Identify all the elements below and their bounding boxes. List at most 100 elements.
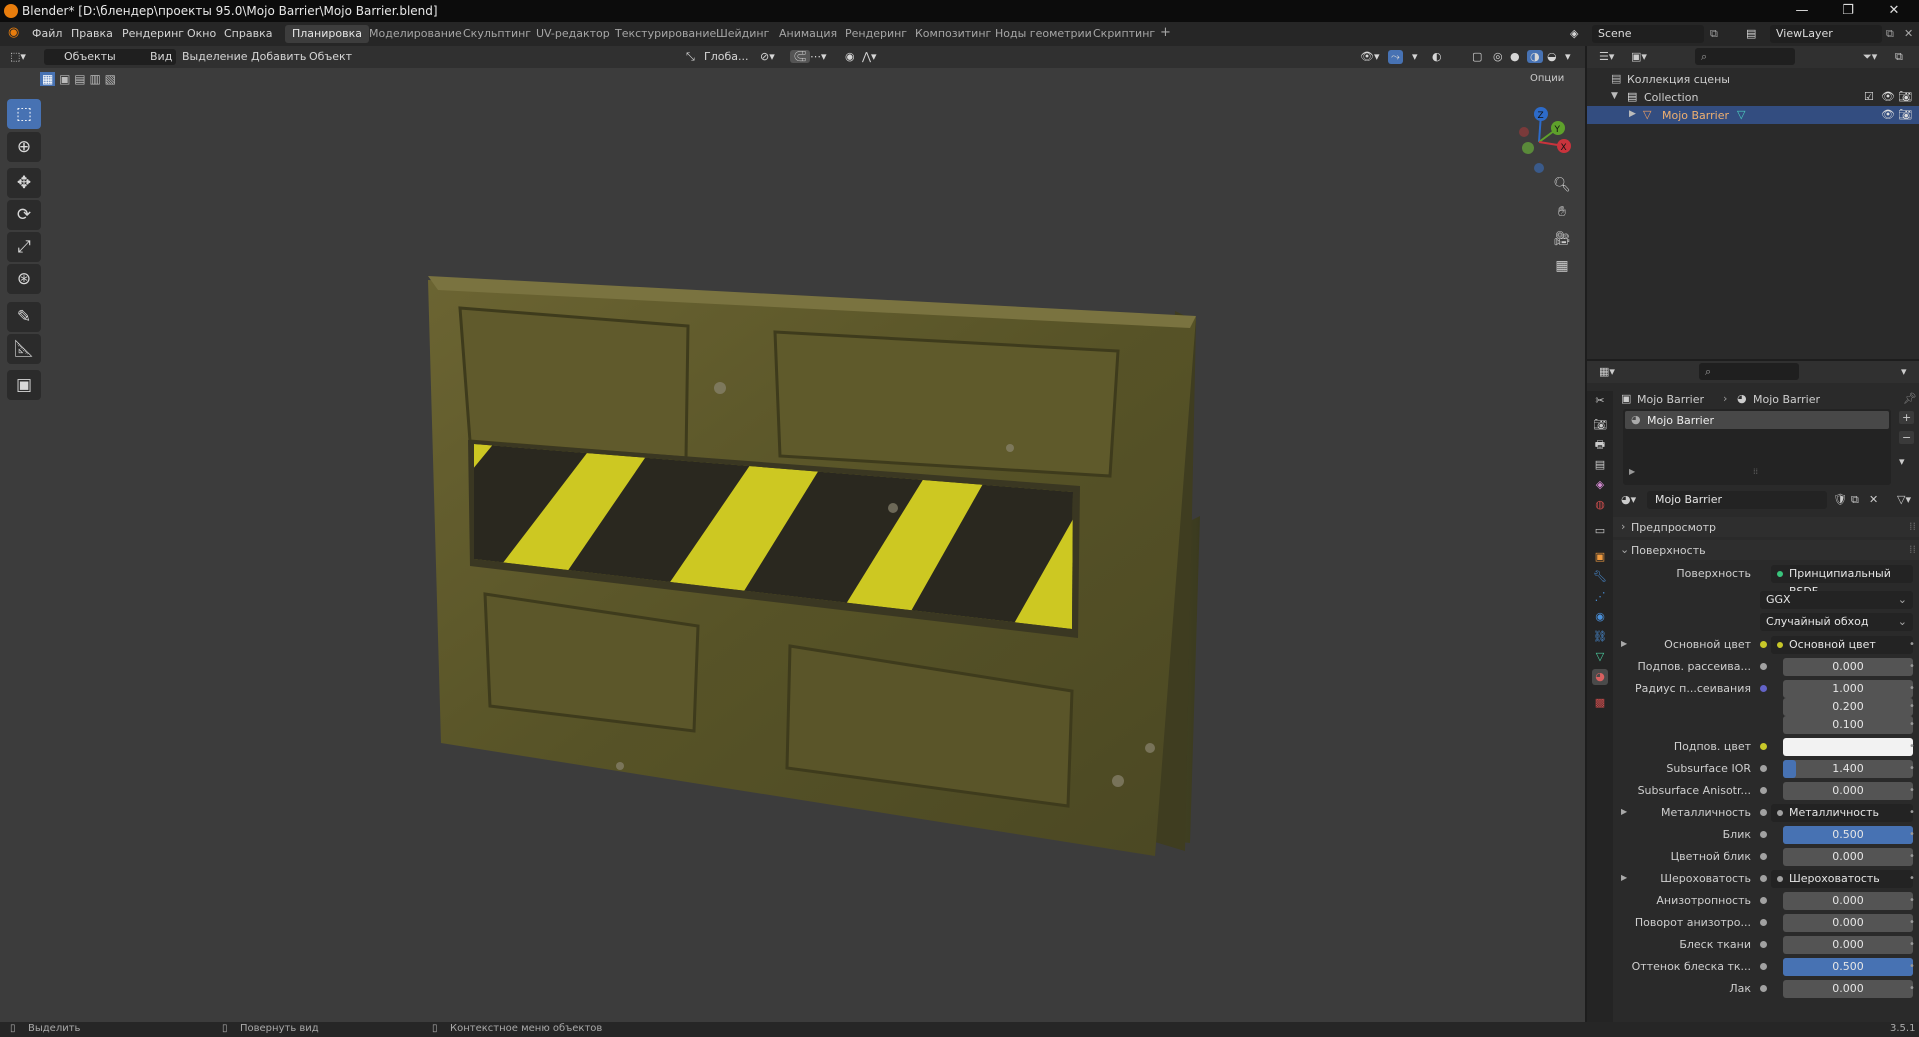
- socket-icon[interactable]: [1760, 963, 1767, 970]
- value-slider[interactable]: 0.500: [1783, 826, 1913, 844]
- socket-icon[interactable]: [1760, 685, 1767, 692]
- linked-input-field[interactable]: Шероховатость: [1771, 870, 1913, 888]
- remove-slot-icon[interactable]: −: [1899, 431, 1915, 444]
- render-tab-icon[interactable]: 📷︎: [1592, 417, 1608, 433]
- checkbox-icon[interactable]: ☑: [1864, 90, 1874, 103]
- socket-icon[interactable]: [1760, 809, 1767, 816]
- material-tab-icon[interactable]: ◕: [1592, 669, 1608, 685]
- keyframe-dot-icon[interactable]: •: [1909, 829, 1915, 840]
- gizmo-dropdown-icon[interactable]: ▾: [1412, 50, 1418, 63]
- socket-icon[interactable]: [1760, 743, 1767, 750]
- tab-uv-editing[interactable]: UV-редактор: [529, 25, 617, 43]
- shading-wireframe-icon[interactable]: ◎: [1493, 50, 1503, 63]
- modifiers-tab-icon[interactable]: 🔧︎: [1592, 569, 1608, 585]
- expand-arrow-icon[interactable]: ▶: [1621, 639, 1627, 648]
- menu-file[interactable]: Файл: [32, 27, 62, 40]
- object-tab-icon[interactable]: ▣: [1592, 549, 1608, 565]
- mesh-data-icon[interactable]: ▽: [1737, 108, 1745, 121]
- orientation-selector[interactable]: Глоба...: [704, 50, 748, 63]
- options-button[interactable]: Опции: [1524, 72, 1570, 85]
- keyframe-dot-icon[interactable]: •: [1909, 873, 1915, 884]
- add-workspace-icon[interactable]: +: [1153, 23, 1178, 41]
- fake-user-icon[interactable]: 🛡︎: [1833, 493, 1847, 506]
- outliner-row-mojo-barrier[interactable]: ▶ ▽ Mojo Barrier ▽ 👁︎ 📷︎: [1587, 106, 1919, 124]
- value-slider[interactable]: 0.100: [1783, 716, 1913, 734]
- camera-render-icon[interactable]: 📷︎: [1898, 90, 1912, 103]
- camera-icon[interactable]: 🎥︎: [1551, 228, 1573, 250]
- data-tab-icon[interactable]: ▽: [1592, 649, 1608, 665]
- value-slider[interactable]: 0.000: [1783, 936, 1913, 954]
- keyframe-dot-icon[interactable]: •: [1909, 639, 1915, 650]
- value-slider[interactable]: 0.000: [1783, 848, 1913, 866]
- value-slider[interactable]: 1.000: [1783, 680, 1913, 698]
- expand-arrow-icon[interactable]: ▼: [1611, 91, 1618, 101]
- keyframe-dot-icon[interactable]: •: [1909, 719, 1915, 730]
- selection-mode-icons[interactable]: ▦ ▣ ▤ ▥ ▧: [40, 72, 125, 88]
- color-swatch[interactable]: [1783, 738, 1913, 756]
- camera-render-icon[interactable]: 📷︎: [1898, 108, 1912, 121]
- tab-modeling[interactable]: Моделирование: [362, 25, 469, 43]
- value-slider[interactable]: 0.000: [1783, 980, 1913, 998]
- expand-arrow-icon[interactable]: ▶: [1621, 873, 1627, 882]
- keyframe-dot-icon[interactable]: •: [1909, 785, 1915, 796]
- outliner-row-collection[interactable]: ▼ ▤ Collection ☑ 👁︎ 📷︎: [1587, 88, 1919, 106]
- distribution-dropdown[interactable]: GGX ⌄: [1760, 591, 1913, 609]
- socket-icon[interactable]: [1760, 853, 1767, 860]
- blender-menu-icon[interactable]: ◉: [8, 25, 19, 40]
- orientation-icon[interactable]: ⤡: [686, 50, 695, 64]
- keyframe-dot-icon[interactable]: •: [1909, 851, 1915, 862]
- falloff-icon[interactable]: ⋀▾: [862, 50, 877, 63]
- expand-arrow-icon[interactable]: ▶: [1621, 807, 1627, 816]
- view-layer-selector[interactable]: ViewLayer: [1770, 25, 1882, 43]
- panel-surface[interactable]: ⌄ Поверхность ⁞⁞: [1613, 540, 1919, 560]
- view-layer-remove-icon[interactable]: ✕: [1904, 27, 1913, 40]
- 3d-viewport[interactable]: ⬚ ⊕ ✥ ⟳ ⤢ ⊛ ✎ 📐︎ ▣ Z Y X 🔍︎ ✋︎ 🎥︎ ▦: [0, 46, 1585, 1022]
- view-layer-tab-icon[interactable]: ▤: [1592, 457, 1608, 473]
- tab-rendering[interactable]: Рендеринг: [838, 25, 914, 43]
- value-slider[interactable]: 0.000: [1783, 782, 1913, 800]
- world-tab-icon[interactable]: ◍: [1592, 497, 1608, 513]
- material-browse-icon[interactable]: ◕▾: [1621, 493, 1636, 506]
- shading-material-icon[interactable]: ◑: [1527, 50, 1543, 63]
- value-slider[interactable]: 0.500: [1783, 958, 1913, 976]
- visibility-icon[interactable]: 👁︎▾: [1360, 50, 1380, 63]
- value-slider[interactable]: 0.000: [1783, 658, 1913, 676]
- socket-icon[interactable]: [1760, 831, 1767, 838]
- material-slot-list[interactable]: ◕ Mojo Barrier ▶ ⁞⁞: [1623, 409, 1891, 485]
- pin-icon[interactable]: 📌︎: [1903, 392, 1917, 405]
- shading-dropdown-icon[interactable]: ▾: [1565, 50, 1571, 63]
- restore-icon[interactable]: ❐: [1828, 2, 1868, 20]
- expand-arrow-icon[interactable]: ▶: [1629, 109, 1636, 119]
- scene-selector[interactable]: Scene: [1592, 25, 1704, 43]
- menu-help[interactable]: Справка: [224, 27, 272, 40]
- tab-compositing[interactable]: Композитинг: [908, 25, 998, 43]
- duplicate-material-icon[interactable]: ⧉: [1851, 493, 1859, 507]
- value-slider[interactable]: 1.400: [1783, 760, 1913, 778]
- overlay-icon[interactable]: ◐: [1432, 50, 1442, 63]
- tool-tab-icon[interactable]: ✂︎: [1592, 393, 1608, 409]
- keyframe-dot-icon[interactable]: •: [1909, 807, 1915, 818]
- socket-icon[interactable]: [1760, 985, 1767, 992]
- scene-icon[interactable]: ◈: [1570, 27, 1578, 40]
- eye-icon[interactable]: 👁︎: [1881, 108, 1895, 121]
- slot-specials-icon[interactable]: ▾: [1899, 455, 1905, 468]
- eye-icon[interactable]: 👁︎: [1881, 90, 1895, 103]
- socket-icon[interactable]: [1760, 941, 1767, 948]
- scale-icon[interactable]: ⤢: [7, 232, 41, 262]
- browse-data-icon[interactable]: ▽▾: [1897, 493, 1911, 506]
- menu-edit[interactable]: Правка: [71, 27, 113, 40]
- surface-shader-field[interactable]: Принципиальный BSDF: [1771, 565, 1913, 598]
- tab-texture-paint[interactable]: Текстурирование: [608, 25, 723, 43]
- socket-icon[interactable]: [1760, 641, 1767, 648]
- xray-icon[interactable]: ▢: [1472, 50, 1482, 63]
- tab-layout[interactable]: Планировка: [285, 25, 369, 43]
- keyframe-dot-icon[interactable]: •: [1909, 917, 1915, 928]
- constraints-tab-icon[interactable]: ⛓︎: [1592, 629, 1608, 645]
- material-name-field[interactable]: Mojo Barrier: [1647, 491, 1827, 509]
- outliner-editor-icon[interactable]: ☰▾: [1599, 50, 1614, 63]
- resize-handle-icon[interactable]: ⁞⁞: [1753, 467, 1758, 476]
- rotate-icon[interactable]: ⟳: [7, 200, 41, 230]
- physics-tab-icon[interactable]: ◉: [1592, 609, 1608, 625]
- view-layer-new-icon[interactable]: ⧉: [1886, 27, 1894, 41]
- grid-view-icon[interactable]: ▦: [1551, 255, 1573, 277]
